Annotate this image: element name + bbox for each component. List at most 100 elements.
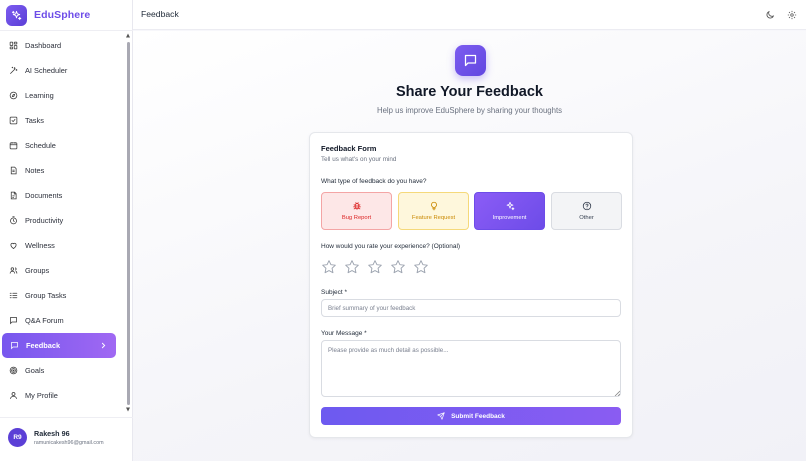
topbar: Feedback (133, 0, 806, 30)
brand[interactable]: EduSphere (6, 4, 90, 26)
star-icon[interactable] (413, 259, 429, 275)
sidebar: EduSphere Dashboard AI Scheduler Learnin… (0, 0, 133, 461)
user-email: ramunicakesh96@gmail.com (34, 440, 104, 446)
users-icon (9, 267, 18, 274)
sidebar-nav: Dashboard AI Scheduler Learning Tasks Sc… (0, 33, 124, 408)
type-other-button[interactable]: Other (551, 192, 622, 230)
star-icon[interactable] (390, 259, 406, 275)
document-icon (10, 191, 17, 200)
compass-icon (9, 91, 18, 100)
calendar-icon (9, 142, 18, 150)
star-icon[interactable] (321, 259, 337, 275)
sidebar-item-documents[interactable]: Documents (0, 183, 124, 208)
sidebar-item-label: My Profile (25, 391, 58, 400)
grid-icon (9, 41, 18, 50)
sidebar-item-label: Feedback (26, 341, 61, 350)
sidebar-item-label: Dashboard (25, 41, 62, 50)
chat-icon (455, 45, 486, 76)
avatar: R9 (8, 428, 27, 447)
hero-subtitle: Help us improve EduSphere by sharing you… (376, 106, 563, 115)
sidebar-item-groups[interactable]: Groups (0, 258, 124, 283)
resize-handle-icon[interactable] (614, 390, 620, 396)
gear-icon[interactable] (787, 10, 797, 20)
sidebar-item-tasks[interactable]: Tasks (0, 108, 124, 133)
type-label: Other (579, 215, 594, 221)
star-icon[interactable] (344, 259, 360, 275)
main-content: Share Your Feedback Help us improve EduS… (133, 31, 806, 461)
scroll-down-arrow-icon[interactable] (126, 407, 130, 412)
message-label: Your Message * (321, 330, 367, 337)
scroll-up-arrow-icon[interactable] (126, 33, 130, 38)
send-icon (437, 412, 445, 420)
form-title: Feedback Form (321, 144, 377, 153)
sidebar-item-label: Wellness (25, 241, 55, 250)
page-title: Feedback (141, 9, 179, 19)
submit-label: Submit Feedback (451, 412, 505, 420)
sidebar-item-label: Tasks (25, 116, 44, 125)
rating-question-label: How would you rate your experience? (Opt… (321, 243, 461, 250)
checkbox-icon (9, 116, 18, 125)
divider (0, 417, 133, 418)
sidebar-item-feedback[interactable]: Feedback (2, 333, 116, 358)
feedback-form: Feedback Form Tell us what's on your min… (309, 132, 633, 438)
chevron-right-icon (101, 342, 106, 349)
submit-feedback-button[interactable]: Submit Feedback (321, 407, 621, 425)
list-icon (9, 292, 18, 299)
sidebar-item-learning[interactable]: Learning (0, 83, 124, 108)
message-textarea[interactable] (321, 340, 621, 397)
form-subtitle: Tell us what's on your mind (321, 156, 397, 163)
heart-icon (10, 242, 17, 249)
type-label: Bug Report (341, 215, 372, 221)
star-rating (321, 259, 429, 275)
chat-icon (11, 342, 18, 350)
sidebar-item-label: Productivity (25, 216, 64, 225)
timer-icon (10, 216, 17, 225)
type-label: Improvement (492, 215, 527, 221)
sidebar-scrollbar[interactable] (126, 33, 130, 413)
sidebar-item-my-profile[interactable]: My Profile (0, 383, 124, 408)
sparkles-icon (6, 4, 27, 26)
sidebar-item-label: Notes (25, 166, 45, 175)
lightbulb-icon (430, 201, 437, 211)
sparkles-icon (506, 201, 514, 211)
divider (0, 30, 133, 31)
sidebar-item-label: Schedule (25, 141, 56, 150)
sidebar-item-label: Groups (25, 266, 50, 275)
subject-input[interactable] (321, 299, 621, 317)
type-feature-request-button[interactable]: Feature Request (398, 192, 469, 230)
sidebar-item-ai-scheduler[interactable]: AI Scheduler (0, 58, 124, 83)
user-name: Rakesh 96 (34, 429, 70, 438)
sidebar-item-label: Documents (25, 191, 63, 200)
user-icon (10, 392, 17, 399)
sidebar-item-productivity[interactable]: Productivity (0, 208, 124, 233)
hero-title: Share Your Feedback (396, 84, 543, 100)
star-icon[interactable] (367, 259, 383, 275)
type-question-label: What type of feedback do you have? (321, 178, 427, 185)
sidebar-item-label: Learning (25, 91, 54, 100)
sidebar-item-schedule[interactable]: Schedule (0, 133, 124, 158)
sidebar-item-label: Q&A Forum (25, 316, 64, 325)
sidebar-item-wellness[interactable]: Wellness (0, 233, 124, 258)
type-label: Feature Request (411, 215, 456, 221)
scroll-thumb[interactable] (126, 42, 130, 405)
note-icon (10, 166, 17, 175)
sidebar-item-label: Group Tasks (25, 291, 67, 300)
moon-icon[interactable] (765, 10, 775, 20)
bug-icon (352, 202, 361, 210)
wand-icon (10, 66, 18, 74)
sidebar-item-group-tasks[interactable]: Group Tasks (0, 283, 124, 308)
target-icon (9, 366, 18, 375)
sidebar-item-notes[interactable]: Notes (0, 158, 124, 183)
subject-label: Subject * (321, 289, 348, 296)
sidebar-item-qa-forum[interactable]: Q&A Forum (0, 308, 124, 333)
brand-name: EduSphere (34, 9, 91, 21)
sidebar-item-label: Goals (25, 366, 45, 375)
sidebar-item-goals[interactable]: Goals (0, 358, 124, 383)
type-bug-report-button[interactable]: Bug Report (321, 192, 392, 230)
type-improvement-button[interactable]: Improvement (474, 192, 545, 230)
sidebar-item-dashboard[interactable]: Dashboard (0, 33, 124, 58)
chat-icon (10, 317, 17, 325)
user-profile[interactable]: R9 Rakesh 96 ramunicakesh96@gmail.com (8, 428, 104, 447)
question-icon (582, 201, 591, 211)
sidebar-item-label: AI Scheduler (25, 66, 68, 75)
